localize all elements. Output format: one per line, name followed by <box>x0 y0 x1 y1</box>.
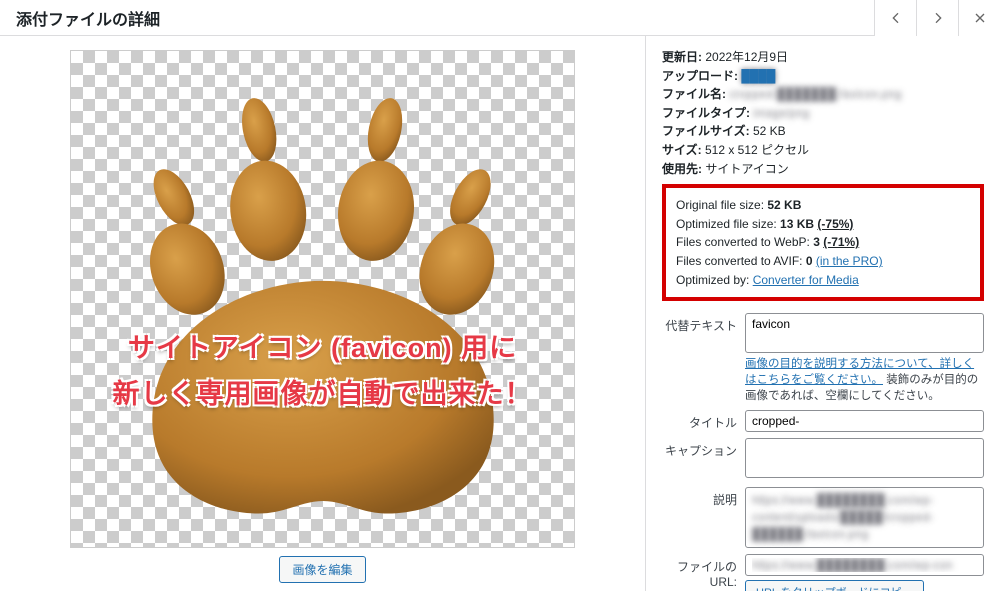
opt-by: Optimized by: Converter for Media <box>676 271 970 290</box>
alt-text-input[interactable] <box>745 313 984 353</box>
file-url-input[interactable] <box>745 554 984 576</box>
chevron-right-icon <box>930 10 946 26</box>
form-section: 代替テキスト 画像の目的を説明する方法について、詳しくはこちらをご覧ください。 … <box>662 313 984 591</box>
alt-help-text: 画像の目的を説明する方法について、詳しくはこちらをご覧ください。 装飾のみが目的… <box>745 356 984 404</box>
prev-button[interactable] <box>874 0 916 36</box>
description-input[interactable]: https://www.████████.com/wp-content/uplo… <box>745 487 984 547</box>
opt-original: Original file size: 52 KB <box>676 196 970 215</box>
opt-webp: Files converted to WebP: 3 (-71%) <box>676 233 970 252</box>
alt-text-row: 代替テキスト 画像の目的を説明する方法について、詳しくはこちらをご覧ください。 … <box>662 313 984 404</box>
description-label: 説明 <box>662 487 737 508</box>
meta-filename: ファイル名: cropped-███████-favicon.png <box>662 85 984 104</box>
optimization-box: Original file size: 52 KB Optimized file… <box>662 184 984 301</box>
edit-image-button[interactable]: 画像を編集 <box>279 556 365 583</box>
copy-url-button[interactable]: URL をクリップボードにコピー <box>745 580 924 591</box>
close-icon <box>972 10 988 26</box>
pro-link[interactable]: (in the PRO) <box>816 254 883 268</box>
chevron-left-icon <box>888 10 904 26</box>
file-url-row: ファイルの URL: URL をクリップボードにコピー <box>662 554 984 591</box>
next-button[interactable] <box>916 0 958 36</box>
meta-uploader: アップロード: ████ <box>662 67 984 86</box>
meta-filetype: ファイルタイプ: image/png <box>662 104 984 123</box>
image-preview <box>70 50 575 548</box>
converter-link[interactable]: Converter for Media <box>753 273 859 287</box>
meta-updated: 更新日: 2022年12月9日 <box>662 48 984 67</box>
modal-body: サイトアイコン (favicon) 用に 新しく専用画像が自動で出来た！ 画像を… <box>0 36 1000 591</box>
title-input[interactable] <box>745 410 984 432</box>
description-row: 説明 https://www.████████.com/wp-content/u… <box>662 487 984 547</box>
details-pane: 更新日: 2022年12月9日 アップロード: ████ ファイル名: crop… <box>645 36 1000 591</box>
preview-pane: サイトアイコン (favicon) 用に 新しく専用画像が自動で出来た！ 画像を… <box>0 36 645 591</box>
opt-avif: Files converted to AVIF: 0 (in the PRO) <box>676 252 970 271</box>
attachment-details-modal: 添付ファイルの詳細 <box>0 0 1000 591</box>
alt-label: 代替テキスト <box>662 313 737 334</box>
close-button[interactable] <box>958 0 1000 36</box>
opt-optimized: Optimized file size: 13 KB (-75%) <box>676 215 970 234</box>
caption-input[interactable] <box>745 438 984 478</box>
meta-dimensions: サイズ: 512 x 512 ピクセル <box>662 141 984 160</box>
meta-usedin: 使用先: サイトアイコン <box>662 160 984 179</box>
paw-icon <box>93 67 553 532</box>
title-row: タイトル <box>662 410 984 432</box>
modal-title: 添付ファイルの詳細 <box>16 6 160 30</box>
modal-header: 添付ファイルの詳細 <box>0 0 1000 36</box>
file-url-label: ファイルの URL: <box>662 554 737 589</box>
header-nav <box>874 0 1000 35</box>
caption-label: キャプション <box>662 438 737 459</box>
title-label: タイトル <box>662 410 737 431</box>
caption-row: キャプション <box>662 438 984 481</box>
meta-filesize: ファイルサイズ: 52 KB <box>662 122 984 141</box>
